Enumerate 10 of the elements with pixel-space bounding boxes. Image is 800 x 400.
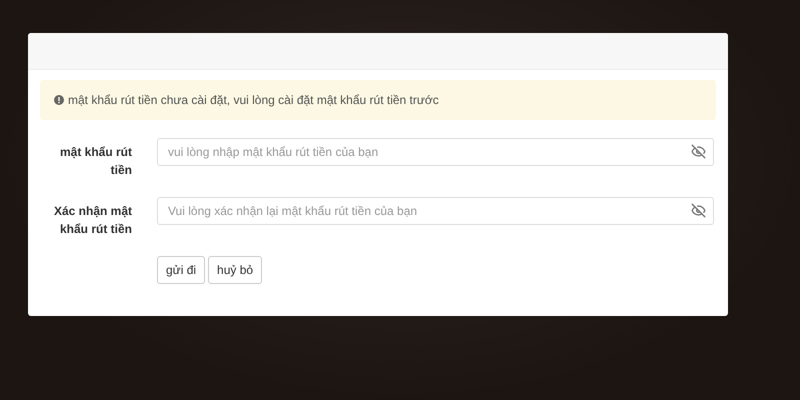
password-field[interactable]: vui lòng nhập mật khẩu rút tiền của bạn <box>157 138 714 166</box>
alert-text: mật khẩu rút tiền chưa cài đặt, vui lòng cài đặt mật khẩu rút tiền trước <box>68 93 439 107</box>
password-field[interactable]: Vui lòng xác nhận lại mật khẩu rút tiền của bạn <box>157 197 714 225</box>
eye-off-icon[interactable] <box>691 203 706 218</box>
field-label: Xác nhận mật khẩu rút tiền <box>52 203 132 238</box>
eye-off-icon[interactable] <box>691 144 706 159</box>
submit-button[interactable]: gửi đi <box>157 256 206 284</box>
field-label: mật khẩu rút tiền <box>58 144 132 179</box>
exclamation-icon <box>54 95 64 105</box>
cancel-button[interactable]: huỷ bỏ <box>208 256 262 284</box>
